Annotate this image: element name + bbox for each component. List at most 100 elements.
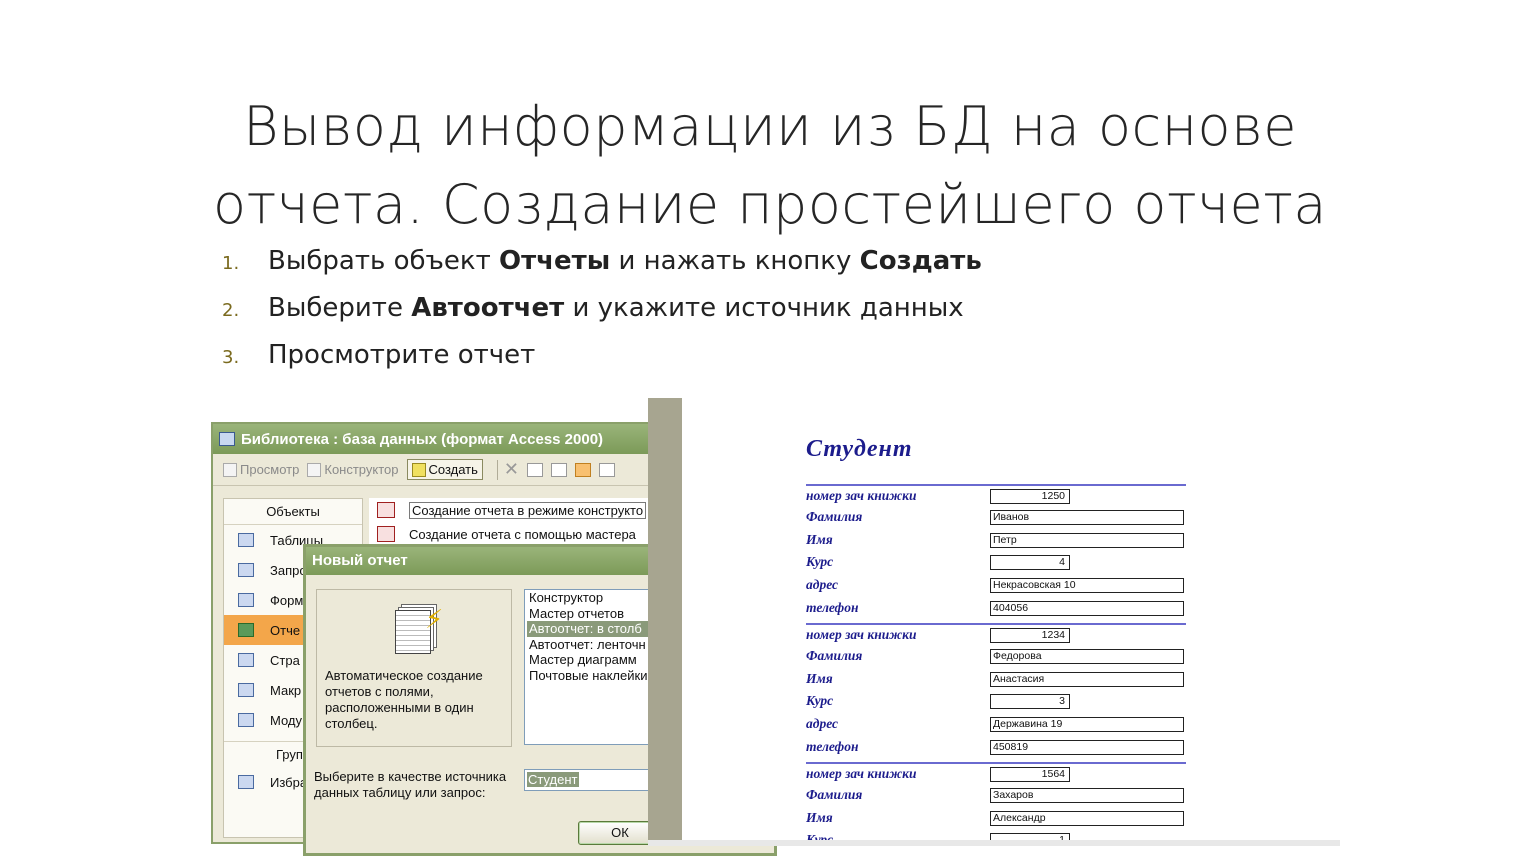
step-number: 3. [222, 347, 240, 368]
field-value: Державина 19 [990, 717, 1184, 733]
data-source-label: Выберите в качестве источника данных таб… [314, 769, 507, 800]
report-row: номер зач книжки 1564 [806, 762, 1186, 785]
report-row: телефон 404056 [806, 598, 1186, 621]
macro-icon [238, 683, 254, 697]
details-view-icon[interactable] [599, 462, 615, 477]
field-label: номер зач книжки [806, 627, 917, 642]
report-row: номер зач книжки 1234 [806, 623, 1186, 646]
objects-header: Объекты [224, 499, 362, 525]
field-value: Федорова [990, 648, 1184, 664]
field-value: 1250 [990, 489, 1070, 504]
field-value: 4 [990, 555, 1070, 571]
step-number: 1. [222, 253, 240, 274]
report-record: номер зач книжки 1564 Фамилия Захаров Имя А… [806, 762, 1186, 840]
list-item[interactable]: Создание отчета в режиме конструкто [369, 498, 649, 522]
design-icon [307, 462, 322, 477]
preview-label: Просмотр [240, 462, 300, 477]
step-number: 2. [222, 300, 240, 321]
field-value: 3 [990, 694, 1070, 710]
report-row: Фамилия Захаров [806, 785, 1186, 808]
slide-title: Вывод информации из БД на основе отчета.… [150, 88, 1390, 244]
report-title: Студент [806, 436, 913, 462]
report-wizard-icon [377, 526, 395, 542]
step-item: 1. Выбрать объект Отчеты и нажать кнопку… [222, 246, 982, 293]
access-title: Библиотека : база данных (формат Access … [241, 430, 604, 448]
report-row: Фамилия Иванов [806, 507, 1186, 530]
create-icon [411, 462, 426, 477]
favorites-icon [238, 775, 254, 789]
query-icon [238, 563, 254, 577]
preview-button[interactable]: Просмотр [223, 462, 299, 477]
report-row: номер зач книжки 1250 [806, 484, 1186, 507]
step-bold: Создать [859, 246, 982, 276]
slide-title-line-1: Вывод информации из БД на основе [243, 95, 1297, 158]
report-row: Имя Петр [806, 530, 1186, 553]
report-wizard-icon [377, 502, 395, 518]
field-label: телефон [806, 738, 859, 754]
report-preview: Студент номер зач книжки 1250 Фамилия Иван… [682, 398, 1338, 840]
report-row: Фамилия Федорова [806, 646, 1186, 669]
step-item: 2. Выберите Автоотчет и укажите источник… [222, 293, 982, 340]
sidebar-item-label: Отче [270, 622, 301, 638]
report-record: номер зач книжки 1234 Фамилия Федорова Имя… [806, 623, 1186, 760]
step-text: Просмотрите отчет [268, 340, 536, 370]
toolbar-separator [496, 459, 498, 480]
field-label: номер зач книжки [806, 488, 917, 503]
report-row: Курс 3 [806, 691, 1186, 714]
field-label: телефон [806, 599, 859, 615]
report-row: Курс 4 [806, 552, 1186, 575]
sidebar-item-label: Избра [270, 774, 308, 790]
database-icon [219, 432, 235, 446]
report-row: Имя Александр [806, 808, 1186, 831]
step-item: 3. Просмотрите отчет [222, 340, 982, 387]
large-icons-view-icon[interactable] [527, 462, 543, 477]
database-toolbar: Просмотр Конструктор Создать ✕ [213, 454, 649, 486]
page-icon [238, 653, 254, 667]
steps-list: 1. Выбрать объект Отчеты и нажать кнопку… [222, 246, 982, 387]
step-text: Выбрать объект [268, 246, 499, 276]
field-value: 1234 [990, 628, 1070, 643]
small-icons-view-icon[interactable] [551, 462, 567, 477]
option-description: Автоматическое создание отчетов с полями… [325, 668, 483, 731]
step-text: и нажать кнопку [610, 246, 860, 276]
field-label: Имя [806, 670, 833, 686]
report-row: адрес Некрасовская 10 [806, 575, 1186, 598]
data-source-value: Студент [527, 772, 579, 787]
field-label: адрес [806, 577, 839, 593]
module-icon [238, 713, 254, 727]
create-button[interactable]: Создать [406, 459, 483, 480]
list-item-label: Создание отчета с помощью мастера [409, 526, 636, 542]
sidebar-item-label: Форм [270, 592, 304, 608]
step-bold: Отчеты [499, 246, 611, 276]
divider-strip [648, 398, 682, 840]
field-label: Курс [806, 554, 834, 570]
design-button[interactable]: Конструктор [307, 462, 399, 477]
list-item[interactable]: Создание отчета с помощью мастера [369, 522, 649, 546]
field-label: Фамилия [806, 508, 863, 524]
report-row: Курс 1 [806, 830, 1186, 840]
bottom-strip [648, 840, 1340, 846]
access-titlebar: Библиотека : база данных (формат Access … [213, 424, 649, 454]
create-label: Создать [428, 462, 478, 477]
report-record: номер зач книжки 1250 Фамилия Иванов Имя Пе… [806, 484, 1186, 621]
field-value: Захаров [990, 787, 1184, 803]
list-view-icon[interactable] [575, 462, 591, 477]
table-icon [238, 533, 254, 547]
field-value: Некрасовская 10 [990, 578, 1184, 594]
field-value: 1564 [990, 767, 1070, 782]
sidebar-item-label: Моду [270, 712, 303, 728]
list-item-label: Создание отчета в режиме конструкто [409, 501, 647, 519]
field-label: Фамилия [806, 786, 863, 802]
field-value: 1 [990, 833, 1070, 840]
design-label: Конструктор [324, 462, 399, 477]
step-text: Выберите [268, 293, 412, 323]
sidebar-item-label: Макр [270, 682, 302, 698]
field-label: Имя [806, 531, 833, 547]
field-label: Фамилия [806, 647, 863, 663]
field-label: адрес [806, 716, 839, 732]
report-row: Имя Анастасия [806, 669, 1186, 692]
field-value: Петр [990, 532, 1184, 548]
field-value: Александр [990, 810, 1184, 826]
delete-icon[interactable]: ✕ [504, 459, 519, 480]
form-icon [238, 593, 254, 607]
